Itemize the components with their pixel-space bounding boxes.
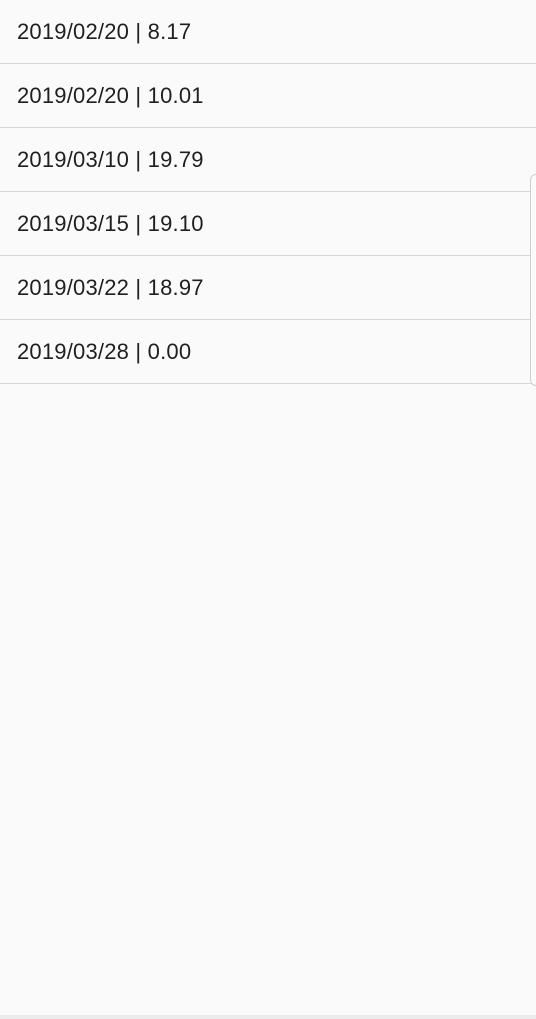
list-item[interactable]: 2019/03/28 | 0.00 xyxy=(0,320,536,384)
list-item-label: 2019/02/20 | 8.17 xyxy=(17,18,192,44)
list-item-label: 2019/03/22 | 18.97 xyxy=(17,274,204,300)
list-item[interactable]: 2019/02/20 | 8.17 xyxy=(0,0,536,64)
list-item[interactable]: 2019/02/20 | 10.01 xyxy=(0,64,536,128)
list-item[interactable]: 2019/03/22 | 18.97 xyxy=(0,256,536,320)
list-item-label: 2019/02/20 | 10.01 xyxy=(17,82,204,108)
list-item-label: 2019/03/28 | 0.00 xyxy=(17,338,192,364)
screen: 2019/02/20 | 8.17 2019/02/20 | 10.01 201… xyxy=(0,0,536,1019)
list-item[interactable]: 2019/03/10 | 19.79 xyxy=(0,128,536,192)
entry-list: 2019/02/20 | 8.17 2019/02/20 | 10.01 201… xyxy=(0,0,536,384)
list-item[interactable]: 2019/03/15 | 19.10 xyxy=(0,192,536,256)
list-item-label: 2019/03/10 | 19.79 xyxy=(17,146,204,172)
scroll-handle[interactable] xyxy=(530,174,536,386)
bottom-edge xyxy=(0,1015,536,1019)
list-item-label: 2019/03/15 | 19.10 xyxy=(17,210,204,236)
